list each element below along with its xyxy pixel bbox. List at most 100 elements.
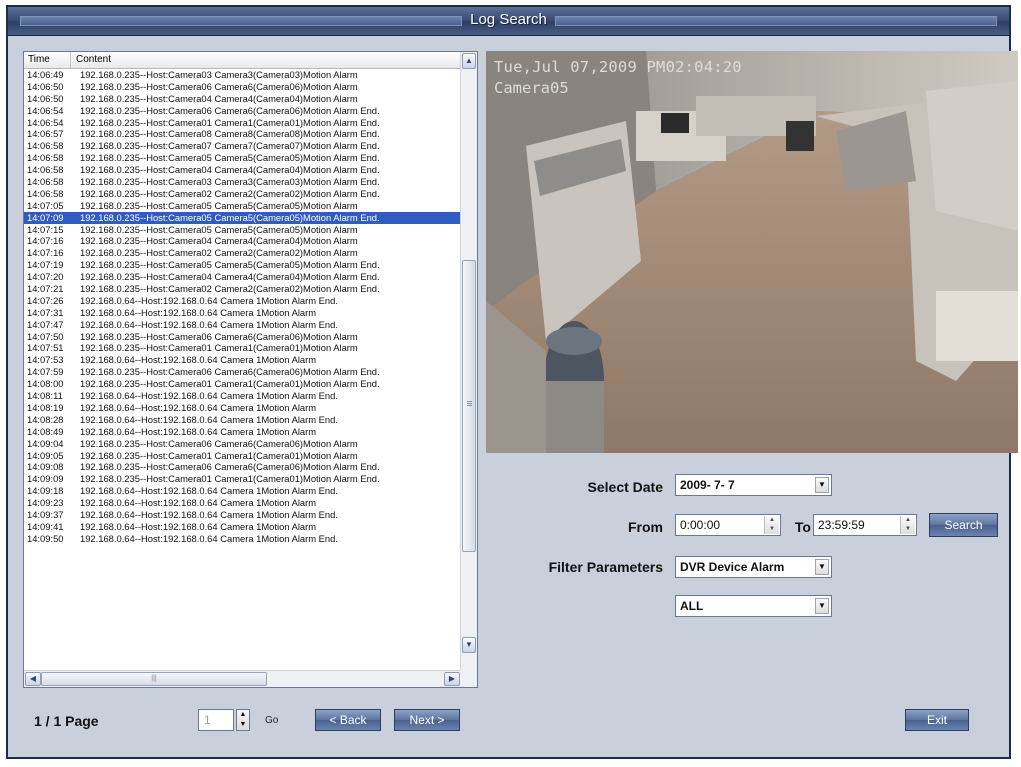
log-row[interactable]: 14:07:31 192.168.0.64--Host:192.168.0.64 … — [24, 307, 461, 319]
select-date-value: 2009- 7- 7 — [680, 478, 735, 492]
page-number-input[interactable]: 1 — [198, 709, 234, 731]
horizontal-scroll-thumb[interactable]: ||| — [41, 672, 267, 686]
log-row[interactable]: 14:09:09 192.168.0.235--Host:Camera01 Cam… — [24, 473, 461, 485]
log-row-time: 14:07:21 — [27, 283, 64, 295]
from-time-input[interactable]: 0:00:00 ▲ ▼ — [675, 514, 781, 536]
spinner-arrows-icon[interactable]: ▲ ▼ — [900, 516, 915, 534]
chevron-down-icon[interactable]: ▼ — [815, 477, 829, 493]
spinner-down-icon[interactable]: ▼ — [237, 720, 249, 730]
scroll-up-arrow-icon[interactable]: ▲ — [462, 53, 476, 69]
spinner-arrows-icon[interactable]: ▲ ▼ — [764, 516, 779, 534]
office-scene-image — [486, 51, 1018, 453]
log-row[interactable]: 14:07:16 192.168.0.235--Host:Camera04 Cam… — [24, 235, 461, 247]
log-row[interactable]: 14:08:49 192.168.0.64--Host:192.168.0.64 … — [24, 426, 461, 438]
log-row[interactable]: 14:09:18 192.168.0.64--Host:192.168.0.64 … — [24, 485, 461, 497]
log-row-content: 192.168.0.235--Host:Camera02 Camera2(Cam… — [80, 247, 358, 259]
log-list[interactable]: Time Content 14:06:49 192.168.0.235--Host… — [23, 51, 478, 688]
log-row-time: 14:09:04 — [27, 437, 64, 449]
log-row[interactable]: 14:08:28 192.168.0.64--Host:192.168.0.64 … — [24, 414, 461, 426]
from-time-value: 0:00:00 — [680, 518, 721, 532]
log-row[interactable]: 14:09:08 192.168.0.235--Host:Camera06 Cam… — [24, 461, 461, 473]
back-button[interactable]: < Back — [315, 709, 381, 731]
log-row[interactable]: 14:08:19 192.168.0.64--Host:192.168.0.64 … — [24, 402, 461, 414]
log-row[interactable]: 14:07:15 192.168.0.235--Host:Camera05 Cam… — [24, 224, 461, 236]
log-row-content: 192.168.0.235--Host:Camera06 Camera6(Cam… — [80, 437, 358, 449]
horizontal-scrollbar[interactable]: ◀ ||| ▶ — [24, 670, 461, 687]
chevron-down-icon[interactable]: ▼ — [815, 598, 829, 614]
log-row[interactable]: 14:07:50 192.168.0.235--Host:Camera06 Cam… — [24, 331, 461, 343]
camera-osd-datetime: Tue,Jul 07,2009 PM02:04:20 — [494, 58, 742, 76]
next-button[interactable]: Next > — [394, 709, 460, 731]
vertical-scroll-thumb[interactable] — [462, 260, 476, 552]
column-header-time[interactable]: Time — [24, 52, 71, 68]
log-row[interactable]: 14:07:21 192.168.0.235--Host:Camera02 Cam… — [24, 283, 461, 295]
log-row[interactable]: 14:06:54 192.168.0.235--Host:Camera06 Cam… — [24, 105, 461, 117]
log-row[interactable]: 14:07:05 192.168.0.235--Host:Camera05 Cam… — [24, 200, 461, 212]
log-row-content: 192.168.0.235--Host:Camera06 Camera6(Cam… — [80, 461, 380, 473]
from-label: From — [628, 519, 663, 535]
title-bar[interactable]: Log Search — [8, 7, 1009, 36]
log-row-content: 192.168.0.235--Host:Camera04 Camera4(Cam… — [80, 235, 358, 247]
search-button[interactable]: Search — [929, 513, 998, 537]
log-row[interactable]: 14:06:50 192.168.0.235--Host:Camera04 Cam… — [24, 93, 461, 105]
log-row[interactable]: 14:06:58 192.168.0.235--Host:Camera03 Cam… — [24, 176, 461, 188]
scroll-right-arrow-icon[interactable]: ▶ — [444, 672, 460, 686]
log-row[interactable]: 14:07:51 192.168.0.235--Host:Camera01 Cam… — [24, 342, 461, 354]
log-row[interactable]: 14:09:23 192.168.0.64--Host:192.168.0.64 … — [24, 497, 461, 509]
scroll-left-arrow-icon[interactable]: ◀ — [25, 672, 41, 686]
log-row[interactable]: 14:09:41 192.168.0.64--Host:192.168.0.64 … — [24, 521, 461, 533]
log-row-time: 14:07:20 — [27, 271, 64, 283]
log-row-time: 14:09:41 — [27, 520, 64, 532]
log-row-time: 14:07:47 — [27, 318, 64, 330]
log-row-content: 192.168.0.235--Host:Camera05 Camera5(Cam… — [80, 223, 358, 235]
log-row[interactable]: 14:06:58 192.168.0.235--Host:Camera04 Cam… — [24, 164, 461, 176]
go-label[interactable]: Go — [265, 715, 278, 726]
window-title: Log Search — [470, 11, 547, 28]
filter-type-dropdown[interactable]: DVR Device Alarm ▼ — [675, 556, 832, 578]
log-row[interactable]: 14:09:05 192.168.0.235--Host:Camera01 Cam… — [24, 450, 461, 462]
log-row[interactable]: 14:06:58 192.168.0.235--Host:Camera02 Cam… — [24, 188, 461, 200]
log-row[interactable]: 14:06:49 192.168.0.235--Host:Camera03 Cam… — [24, 69, 461, 81]
vertical-scrollbar[interactable]: ▲ ▼ — [460, 52, 477, 671]
filter-scope-dropdown[interactable]: ALL ▼ — [675, 595, 832, 617]
spinner-up-icon[interactable]: ▲ — [237, 710, 249, 720]
log-row[interactable]: 14:09:37 192.168.0.64--Host:192.168.0.64 … — [24, 509, 461, 521]
log-row[interactable]: 14:07:59 192.168.0.235--Host:Camera06 Cam… — [24, 366, 461, 378]
log-row-time: 14:06:58 — [27, 176, 64, 188]
exit-button[interactable]: Exit — [905, 709, 969, 731]
log-row[interactable]: 14:08:00 192.168.0.235--Host:Camera01 Cam… — [24, 378, 461, 390]
log-list-header: Time Content — [24, 52, 461, 69]
log-row-content: 192.168.0.235--Host:Camera05 Camera5(Cam… — [80, 259, 380, 271]
log-row[interactable]: 14:07:53 192.168.0.64--Host:192.168.0.64 … — [24, 354, 461, 366]
log-row-time: 14:07:53 — [27, 354, 64, 366]
log-row-content: 192.168.0.235--Host:Camera04 Camera4(Cam… — [80, 92, 358, 104]
page-spinner[interactable]: ▲ ▼ — [236, 709, 250, 731]
log-row[interactable]: 14:07:19 192.168.0.235--Host:Camera05 Cam… — [24, 259, 461, 271]
log-row[interactable]: 14:06:54 192.168.0.235--Host:Camera01 Cam… — [24, 117, 461, 129]
log-row[interactable]: 14:08:11 192.168.0.64--Host:192.168.0.64 … — [24, 390, 461, 402]
log-row[interactable]: 14:06:50 192.168.0.235--Host:Camera06 Cam… — [24, 81, 461, 93]
column-header-content[interactable]: Content — [76, 52, 111, 68]
log-row[interactable]: 14:09:04 192.168.0.235--Host:Camera06 Cam… — [24, 438, 461, 450]
log-row-content: 192.168.0.235--Host:Camera04 Camera4(Cam… — [80, 271, 380, 283]
log-row[interactable]: 14:09:50 192.168.0.64--Host:192.168.0.64 … — [24, 533, 461, 545]
log-row[interactable]: 14:07:47 192.168.0.64--Host:192.168.0.64 … — [24, 319, 461, 331]
log-row[interactable]: 14:07:09 192.168.0.235--Host:Camera05 Cam… — [24, 211, 461, 224]
filter-scope-value: ALL — [680, 599, 704, 613]
log-row-time: 14:06:50 — [27, 92, 64, 104]
log-row-time: 14:08:11 — [27, 390, 63, 402]
chevron-down-icon[interactable]: ▼ — [815, 559, 829, 575]
log-row-content: 192.168.0.235--Host:Camera05 Camera5(Cam… — [80, 211, 380, 223]
log-row[interactable]: 14:06:58 192.168.0.235--Host:Camera07 Cam… — [24, 140, 461, 152]
log-row[interactable]: 14:06:57 192.168.0.235--Host:Camera08 Cam… — [24, 128, 461, 140]
scroll-down-arrow-icon[interactable]: ▼ — [462, 637, 476, 653]
log-row-content: 192.168.0.64--Host:192.168.0.64 Camera 1… — [80, 318, 338, 330]
filter-type-value: DVR Device Alarm — [680, 560, 785, 574]
log-row[interactable]: 14:07:20 192.168.0.235--Host:Camera04 Cam… — [24, 271, 461, 283]
log-row[interactable]: 14:07:26 192.168.0.64--Host:192.168.0.64 … — [24, 295, 461, 307]
log-row[interactable]: 14:06:58 192.168.0.235--Host:Camera05 Cam… — [24, 152, 461, 164]
to-time-input[interactable]: 23:59:59 ▲ ▼ — [813, 514, 917, 536]
log-row-content: 192.168.0.235--Host:Camera01 Camera1(Cam… — [80, 116, 380, 128]
select-date-dropdown[interactable]: 2009- 7- 7 ▼ — [675, 474, 832, 496]
log-row[interactable]: 14:07:16 192.168.0.235--Host:Camera02 Cam… — [24, 247, 461, 259]
